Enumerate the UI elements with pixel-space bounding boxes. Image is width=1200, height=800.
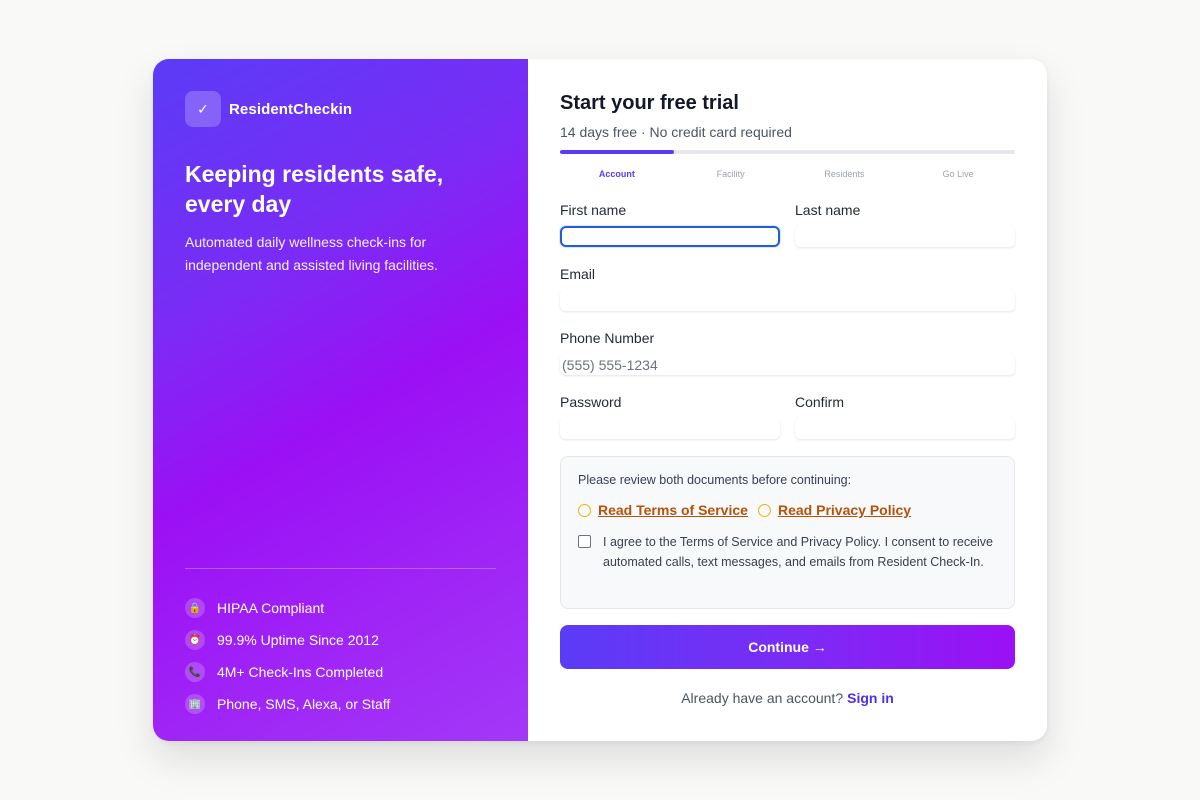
step-progress-bar: [560, 150, 1015, 154]
consent-text: I agree to the Terms of Service and Priv…: [603, 535, 993, 569]
step-tabs: Account Facility Residents Go Live: [560, 169, 1015, 179]
consent-checkbox[interactable]: [578, 535, 591, 548]
step-account[interactable]: Account: [560, 169, 674, 179]
hero-subtitle: Automated daily wellness check-ins for i…: [185, 234, 438, 273]
feature-label: 4M+ Check-Ins Completed: [217, 664, 384, 680]
feature-item: 🏢 Phone, SMS, Alexa, or Staff: [185, 688, 390, 720]
pending-circle-icon: [758, 503, 771, 517]
document-review-box: Please review both documents before cont…: [560, 456, 1015, 609]
last-name-label: Last name: [795, 202, 861, 218]
feature-label: HIPAA Compliant: [217, 600, 325, 616]
first-name-label: First name: [560, 202, 627, 218]
feature-item: ⏰ 99.9% Uptime Since 2012: [185, 624, 390, 656]
password-input[interactable]: [560, 418, 780, 439]
phone-input[interactable]: [560, 354, 1015, 375]
signup-card: ✓ ResidentCheckin Keeping residents safe…: [153, 59, 1047, 741]
lock-icon: 🔒: [185, 598, 205, 618]
phone-label: Phone Number: [560, 330, 655, 346]
feature-label: 99.9% Uptime Since 2012: [217, 632, 379, 648]
terms-link-label[interactable]: Read Terms of Service: [598, 502, 748, 518]
step-facility[interactable]: Facility: [674, 169, 788, 179]
review-prompt: Please review both documents before cont…: [578, 473, 852, 487]
confirm-password-input[interactable]: [795, 418, 1015, 439]
email-input[interactable]: [560, 290, 1015, 311]
last-name-input[interactable]: [795, 226, 1015, 247]
check-icon: ✓: [185, 91, 221, 127]
signin-footer: Already have an account? Sign in: [560, 690, 1015, 706]
building-icon: 🏢: [185, 694, 205, 714]
pending-circle-icon: [578, 503, 591, 517]
form-title: Start your free trial: [560, 92, 739, 114]
brand: ✓ ResidentCheckin: [185, 91, 352, 127]
clock-icon: ⏰: [185, 630, 205, 650]
brand-name: ResidentCheckin: [229, 100, 353, 118]
divider: [185, 568, 496, 569]
phone-icon: 📞: [185, 662, 205, 682]
feature-item: 🔒 HIPAA Compliant: [185, 592, 390, 624]
sign-in-link[interactable]: Sign in: [847, 690, 894, 706]
privacy-link[interactable]: Read Privacy Policy: [758, 502, 911, 518]
feature-list: 🔒 HIPAA Compliant ⏰ 99.9% Uptime Since 2…: [185, 592, 390, 720]
signup-form-panel: Start your free trial 14 days free · No …: [528, 59, 1047, 741]
step-go-live[interactable]: Go Live: [901, 169, 1015, 179]
footer-text: Already have an account?: [681, 690, 844, 706]
hero-title: Keeping residents safe, every day: [185, 161, 444, 217]
step-progress-fill: [560, 150, 674, 154]
brand-panel: ✓ ResidentCheckin Keeping residents safe…: [153, 59, 528, 741]
password-label: Password: [560, 394, 622, 410]
terms-link[interactable]: Read Terms of Service: [578, 502, 748, 518]
email-label: Email: [560, 266, 596, 282]
first-name-input[interactable]: [560, 226, 780, 247]
form-subtitle: 14 days free · No credit card required: [560, 124, 792, 140]
continue-button[interactable]: Continue →: [560, 625, 1015, 669]
confirm-password-label: Confirm: [795, 394, 845, 410]
feature-label: Phone, SMS, Alexa, or Staff: [217, 696, 391, 712]
privacy-link-label[interactable]: Read Privacy Policy: [778, 502, 911, 518]
step-residents[interactable]: Residents: [788, 169, 902, 179]
feature-item: 📞 4M+ Check-Ins Completed: [185, 656, 390, 688]
